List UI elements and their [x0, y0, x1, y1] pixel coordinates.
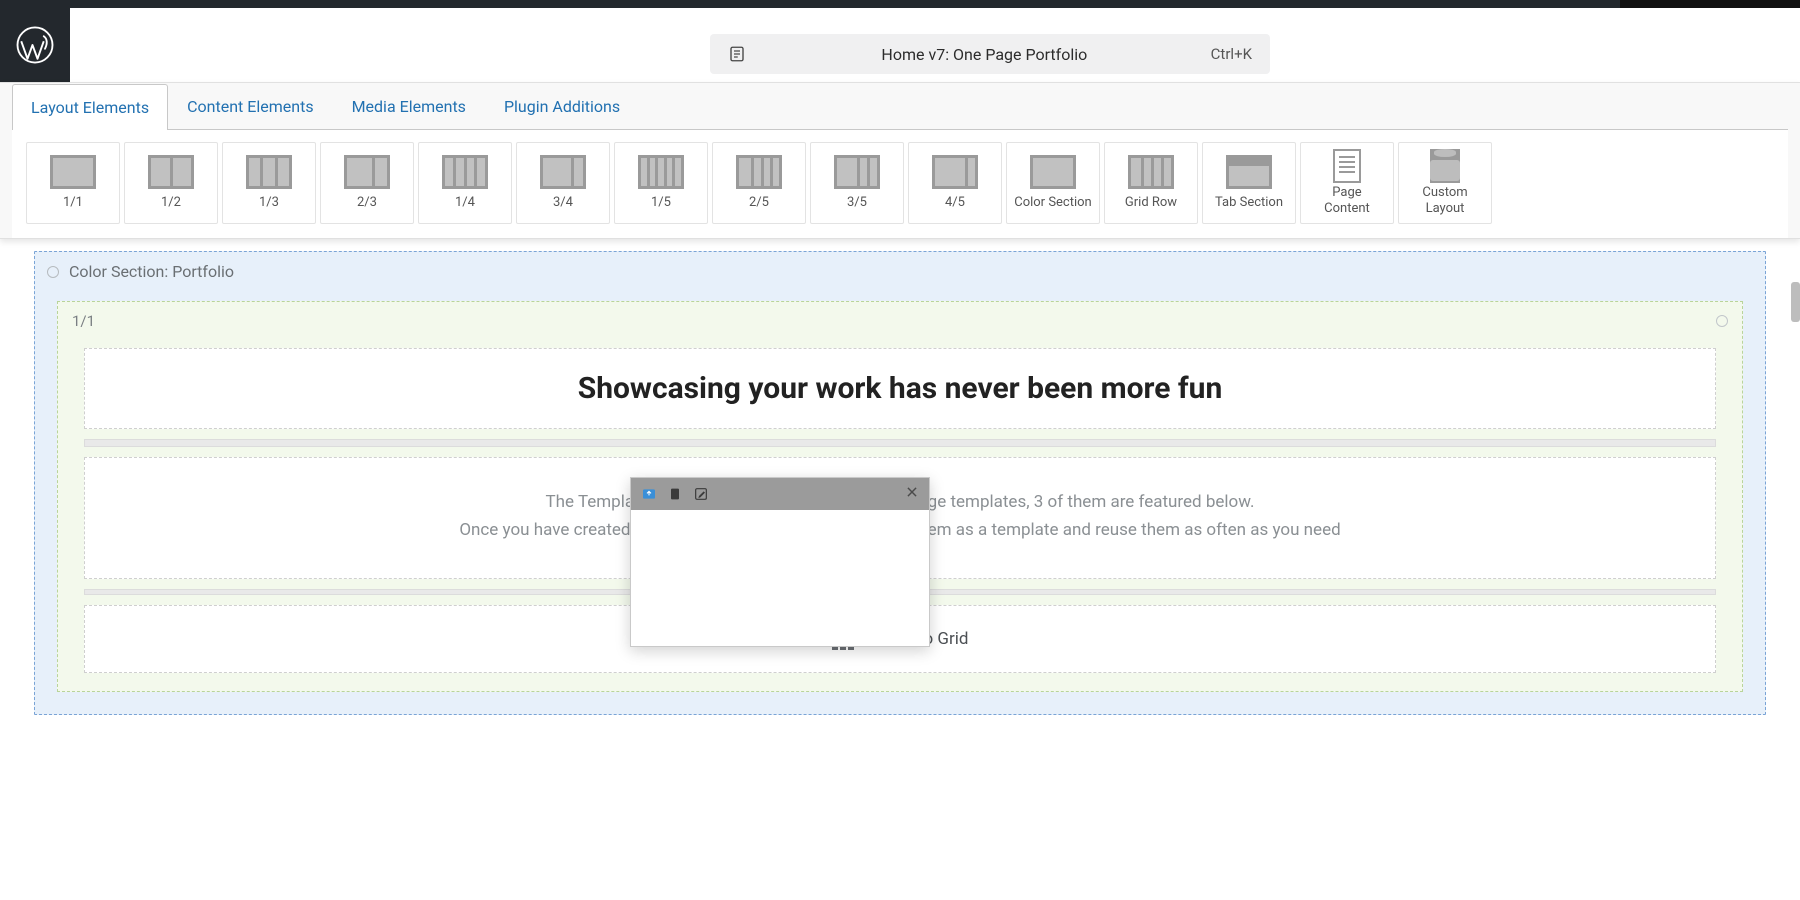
- element-label: 1/2: [161, 195, 181, 211]
- element-label: 1/4: [455, 195, 475, 211]
- element-label: 3/5: [847, 195, 867, 211]
- element-col-3-4[interactable]: 3/4: [516, 142, 610, 224]
- column-options-icon[interactable]: [1716, 315, 1728, 327]
- element-col-2-3[interactable]: 2/3: [320, 142, 414, 224]
- close-icon[interactable]: [905, 485, 919, 503]
- element-label: 1/5: [651, 195, 671, 211]
- element-col-1-4[interactable]: 1/4: [418, 142, 512, 224]
- separator-block-1[interactable]: [84, 439, 1716, 447]
- tab-media-elements[interactable]: Media Elements: [333, 83, 485, 129]
- builder-panel: Layout ElementsContent ElementsMedia Ele…: [0, 82, 1800, 239]
- element-label: Tab Section: [1215, 195, 1283, 211]
- element-label: Color Section: [1014, 195, 1092, 211]
- popover-toolbar: [631, 478, 929, 510]
- element-col-2-5[interactable]: 2/5: [712, 142, 806, 224]
- tabs: Layout ElementsContent ElementsMedia Ele…: [12, 83, 1788, 129]
- heading-text: Showcasing your work has never been more…: [578, 371, 1223, 406]
- element-label: 3/4: [553, 195, 573, 211]
- element-label: PageContent: [1324, 185, 1370, 216]
- page-search[interactable]: Home v7: One Page Portfolio Ctrl+K: [710, 34, 1270, 74]
- element-col-3-5[interactable]: 3/5: [810, 142, 904, 224]
- save-template-icon[interactable]: [641, 486, 657, 502]
- element-col-1-2[interactable]: 1/2: [124, 142, 218, 224]
- shortcut-label: Ctrl+K: [1211, 45, 1252, 63]
- element-label: Grid Row: [1125, 195, 1177, 211]
- edit-icon[interactable]: [693, 486, 709, 502]
- tab-content-elements[interactable]: Content Elements: [168, 83, 332, 129]
- document-icon: [728, 45, 746, 63]
- column-header[interactable]: 1/1: [58, 302, 1742, 338]
- element-custom-layout[interactable]: CustomLayout: [1398, 142, 1492, 224]
- elements-toolbar: 1/1 1/2 1/3 2/3 1/4 3/4 1/5 2/5 3/5 4/5 Color Sect…: [12, 129, 1788, 238]
- element-label: 2/5: [749, 195, 769, 211]
- admin-bar-strip: [0, 0, 1800, 8]
- element-tab-section[interactable]: Tab Section: [1202, 142, 1296, 224]
- element-page-content[interactable]: PageContent: [1300, 142, 1394, 224]
- heading-block[interactable]: Showcasing your work has never been more…: [84, 348, 1716, 429]
- tab-plugin-additions[interactable]: Plugin Additions: [485, 83, 639, 129]
- element-grid-row[interactable]: Grid Row: [1104, 142, 1198, 224]
- element-col-1-3[interactable]: 1/3: [222, 142, 316, 224]
- drag-handle-icon[interactable]: [47, 266, 59, 278]
- clipboard-icon[interactable]: [667, 486, 683, 502]
- element-label: 1/1: [63, 195, 83, 211]
- element-col-1-1[interactable]: 1/1: [26, 142, 120, 224]
- element-label: 1/3: [259, 195, 279, 211]
- section-header[interactable]: Color Section: Portfolio: [35, 252, 1765, 291]
- scrollbar-thumb[interactable]: [1791, 282, 1800, 322]
- element-label: 4/5: [945, 195, 965, 211]
- element-label: CustomLayout: [1422, 185, 1467, 216]
- element-popover[interactable]: [630, 477, 930, 647]
- element-col-1-5[interactable]: 1/5: [614, 142, 708, 224]
- column-label: 1/1: [72, 312, 95, 330]
- section-label: Color Section: Portfolio: [69, 262, 234, 281]
- wordpress-logo[interactable]: [0, 8, 70, 82]
- element-col-4-5[interactable]: 4/5: [908, 142, 1002, 224]
- tab-layout-elements[interactable]: Layout Elements: [12, 84, 168, 130]
- wordpress-icon: [15, 25, 55, 65]
- popover-body[interactable]: [631, 510, 929, 646]
- element-label: 2/3: [357, 195, 377, 211]
- element-color-section[interactable]: Color Section: [1006, 142, 1100, 224]
- header-row: Home v7: One Page Portfolio Ctrl+K: [0, 8, 1800, 82]
- page-title: Home v7: One Page Portfolio: [758, 45, 1211, 64]
